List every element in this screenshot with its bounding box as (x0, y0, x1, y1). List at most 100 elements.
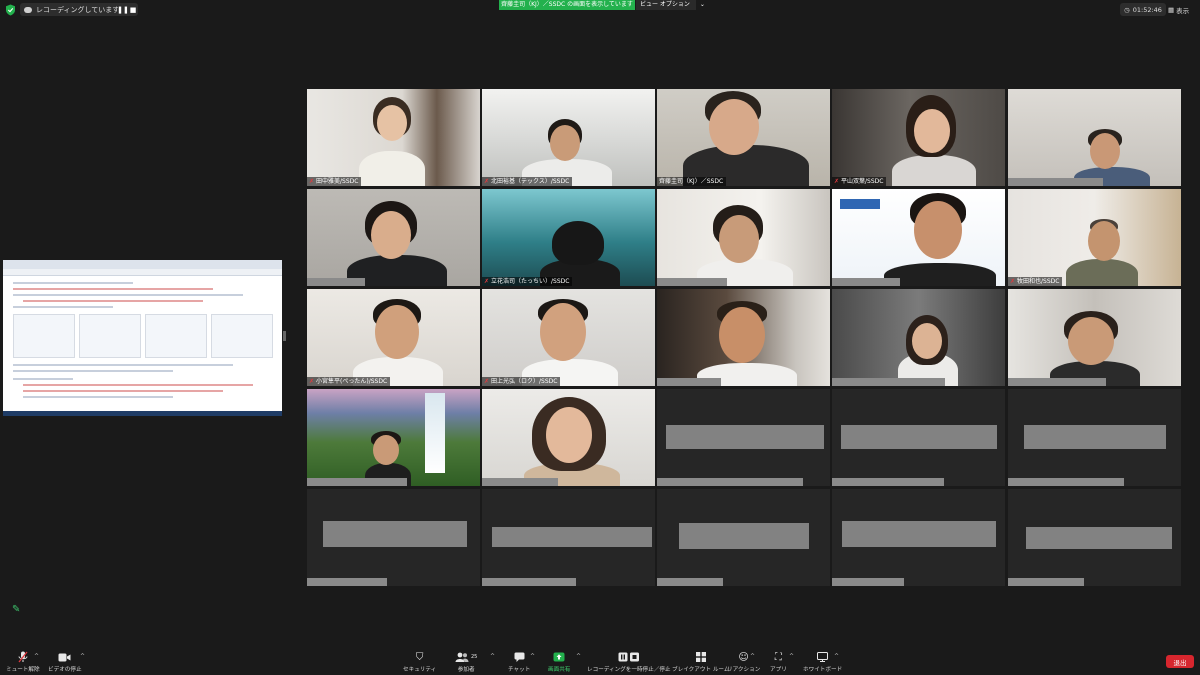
chevron-up-icon[interactable]: ^ (750, 653, 755, 660)
stop-recording-icon[interactable]: ■ (128, 5, 138, 15)
pause-recording-icon[interactable]: ❚❚ (117, 5, 129, 15)
redacted-name (832, 278, 900, 286)
video-tile[interactable] (832, 189, 1005, 286)
video-tile[interactable]: ✗ 田上光弘（ロク）/SSDC (482, 289, 655, 386)
doc-figure (79, 314, 141, 358)
doc-line (13, 282, 133, 284)
breakout-rooms-icon (695, 651, 706, 663)
video-tile[interactable] (307, 189, 480, 286)
security-shield-icon[interactable] (5, 4, 16, 16)
mic-muted-icon: ✗ (309, 378, 315, 385)
video-tile[interactable] (1008, 289, 1181, 386)
video-tile-camera-off[interactable] (307, 489, 480, 586)
doc-line (13, 288, 213, 290)
apps-icon: ⛶ (774, 651, 782, 663)
chevron-up-icon[interactable]: ^ (34, 653, 39, 660)
redacted-name (657, 478, 803, 486)
resize-handle[interactable] (283, 331, 286, 341)
video-tile-camera-off[interactable] (482, 489, 655, 586)
video-tile[interactable]: ✗ 牧田和也/SSDC (1008, 189, 1181, 286)
video-tile-camera-off[interactable] (1008, 389, 1181, 486)
participant-name: 平山双葉/SSDC (841, 178, 884, 185)
participants-label: 参加者 (457, 667, 475, 673)
breakout-rooms-button[interactable]: ブレイクアウト ルーム (672, 651, 729, 673)
chevron-up-icon[interactable]: ^ (576, 653, 581, 660)
reactions-label: リアクション (727, 667, 761, 673)
chevron-up-icon[interactable]: ^ (80, 653, 85, 660)
participant-name: 立花浩司（たっちい）/SSDC (491, 278, 570, 285)
video-tile-camera-off[interactable] (657, 389, 830, 486)
video-tile[interactable]: ✗ 立花浩司（たっちい）/SSDC (482, 189, 655, 286)
view-button[interactable]: ▦ 表示 (1168, 3, 1198, 16)
redacted-name (482, 478, 558, 486)
participant-name-tag: ✗ 田中雅美/SSDC (307, 177, 362, 186)
browser-chrome (3, 260, 282, 269)
redacted-name-display (323, 521, 467, 547)
share-screen-icon (553, 651, 565, 663)
video-tile[interactable] (482, 389, 655, 486)
recording-indicator: レコーディングしています... ❚❚ ■ (20, 3, 138, 16)
shared-screen-thumbnail[interactable] (3, 260, 282, 416)
leave-button[interactable]: 退出 (1166, 655, 1194, 668)
annotate-pencil-icon[interactable]: ✎ (12, 604, 25, 617)
mic-muted-icon: ✗ (834, 178, 840, 185)
mic-muted-icon: ✗ (1010, 278, 1016, 285)
doc-line (13, 294, 243, 296)
share-screen-label: 画面共有 (548, 667, 571, 673)
chevron-up-icon[interactable]: ^ (834, 653, 839, 660)
chevron-up-icon[interactable]: ^ (530, 653, 535, 660)
redacted-name-display (679, 523, 809, 549)
redacted-name (657, 378, 721, 386)
video-tile[interactable] (657, 189, 830, 286)
video-tile[interactable] (832, 289, 1005, 386)
doc-line (13, 306, 113, 308)
video-camera-icon (58, 651, 71, 663)
video-tile-camera-off[interactable] (832, 389, 1005, 486)
participant-name-tag: ✗ 小宮隼平(ぺったん)/SSDC (307, 377, 391, 386)
doc-figure (145, 314, 207, 358)
redacted-name-display (1024, 425, 1166, 449)
participant-name: 田中雅美/SSDC (316, 178, 359, 185)
video-tile[interactable]: ✗ 田中雅美/SSDC (307, 89, 480, 186)
video-tile-camera-off[interactable] (657, 489, 830, 586)
participants-count: 25 (471, 654, 478, 660)
redacted-name (832, 478, 944, 486)
stop-video-button[interactable]: ビデオの停止 (48, 651, 82, 673)
pause-recording-label: レコーディングを一時停止／停止 (587, 667, 671, 673)
doc-line (13, 364, 233, 366)
redacted-name (832, 378, 945, 386)
doc-line (23, 300, 203, 302)
shield-icon: ⛉ (415, 651, 424, 663)
video-tile[interactable] (657, 289, 830, 386)
chevron-up-icon[interactable]: ^ (490, 653, 495, 660)
participants-button[interactable]: 25 参加者 (455, 651, 477, 673)
reactions-button[interactable]: ☺ リアクション (727, 651, 761, 674)
share-screen-button[interactable]: 画面共有 (548, 651, 570, 673)
video-tile-camera-off[interactable] (832, 489, 1005, 586)
stop-video-label: ビデオの停止 (48, 667, 82, 673)
participant-name-tag: ✗ 北田裕基（テックス）/SSDC (482, 177, 573, 186)
participant-name-tag: ✗ 平山双葉/SSDC (832, 177, 887, 186)
participant-name: 齊藤圭司（KJ）／SSDC (659, 178, 724, 185)
redacted-name (1008, 478, 1124, 486)
chat-label: チャット (508, 667, 531, 673)
video-tile-active-speaker[interactable]: 齊藤圭司（KJ）／SSDC (657, 89, 830, 186)
view-options-button[interactable]: ビュー オプション ⌄ (636, 0, 705, 10)
video-tile[interactable] (1008, 89, 1181, 186)
participant-name-tag: ✗ 立花浩司（たっちい）/SSDC (482, 277, 573, 286)
chevron-up-icon[interactable]: ^ (789, 653, 794, 660)
doc-figure (13, 314, 75, 358)
apps-button[interactable]: ⛶ アプリ (770, 651, 787, 674)
security-button[interactable]: ⛉ セキュリティ (403, 651, 436, 674)
video-tile-camera-off[interactable] (1008, 489, 1181, 586)
redacted-name (482, 578, 576, 586)
video-tile[interactable]: ✗ 小宮隼平(ぺったん)/SSDC (307, 289, 480, 386)
video-tile[interactable]: ✗ 北田裕基（テックス）/SSDC (482, 89, 655, 186)
whiteboard-label: ホワイトボード (803, 667, 843, 673)
video-tile[interactable]: ✗ 平山双葉/SSDC (832, 89, 1005, 186)
video-tile[interactable] (307, 389, 480, 486)
pause-stop-recording-button[interactable]: レコーディングを一時停止／停止 (587, 651, 671, 673)
chat-button[interactable]: チャット (508, 651, 530, 673)
microphone-muted-icon (18, 651, 28, 663)
timer-text: 01:52:46 (1132, 5, 1162, 14)
